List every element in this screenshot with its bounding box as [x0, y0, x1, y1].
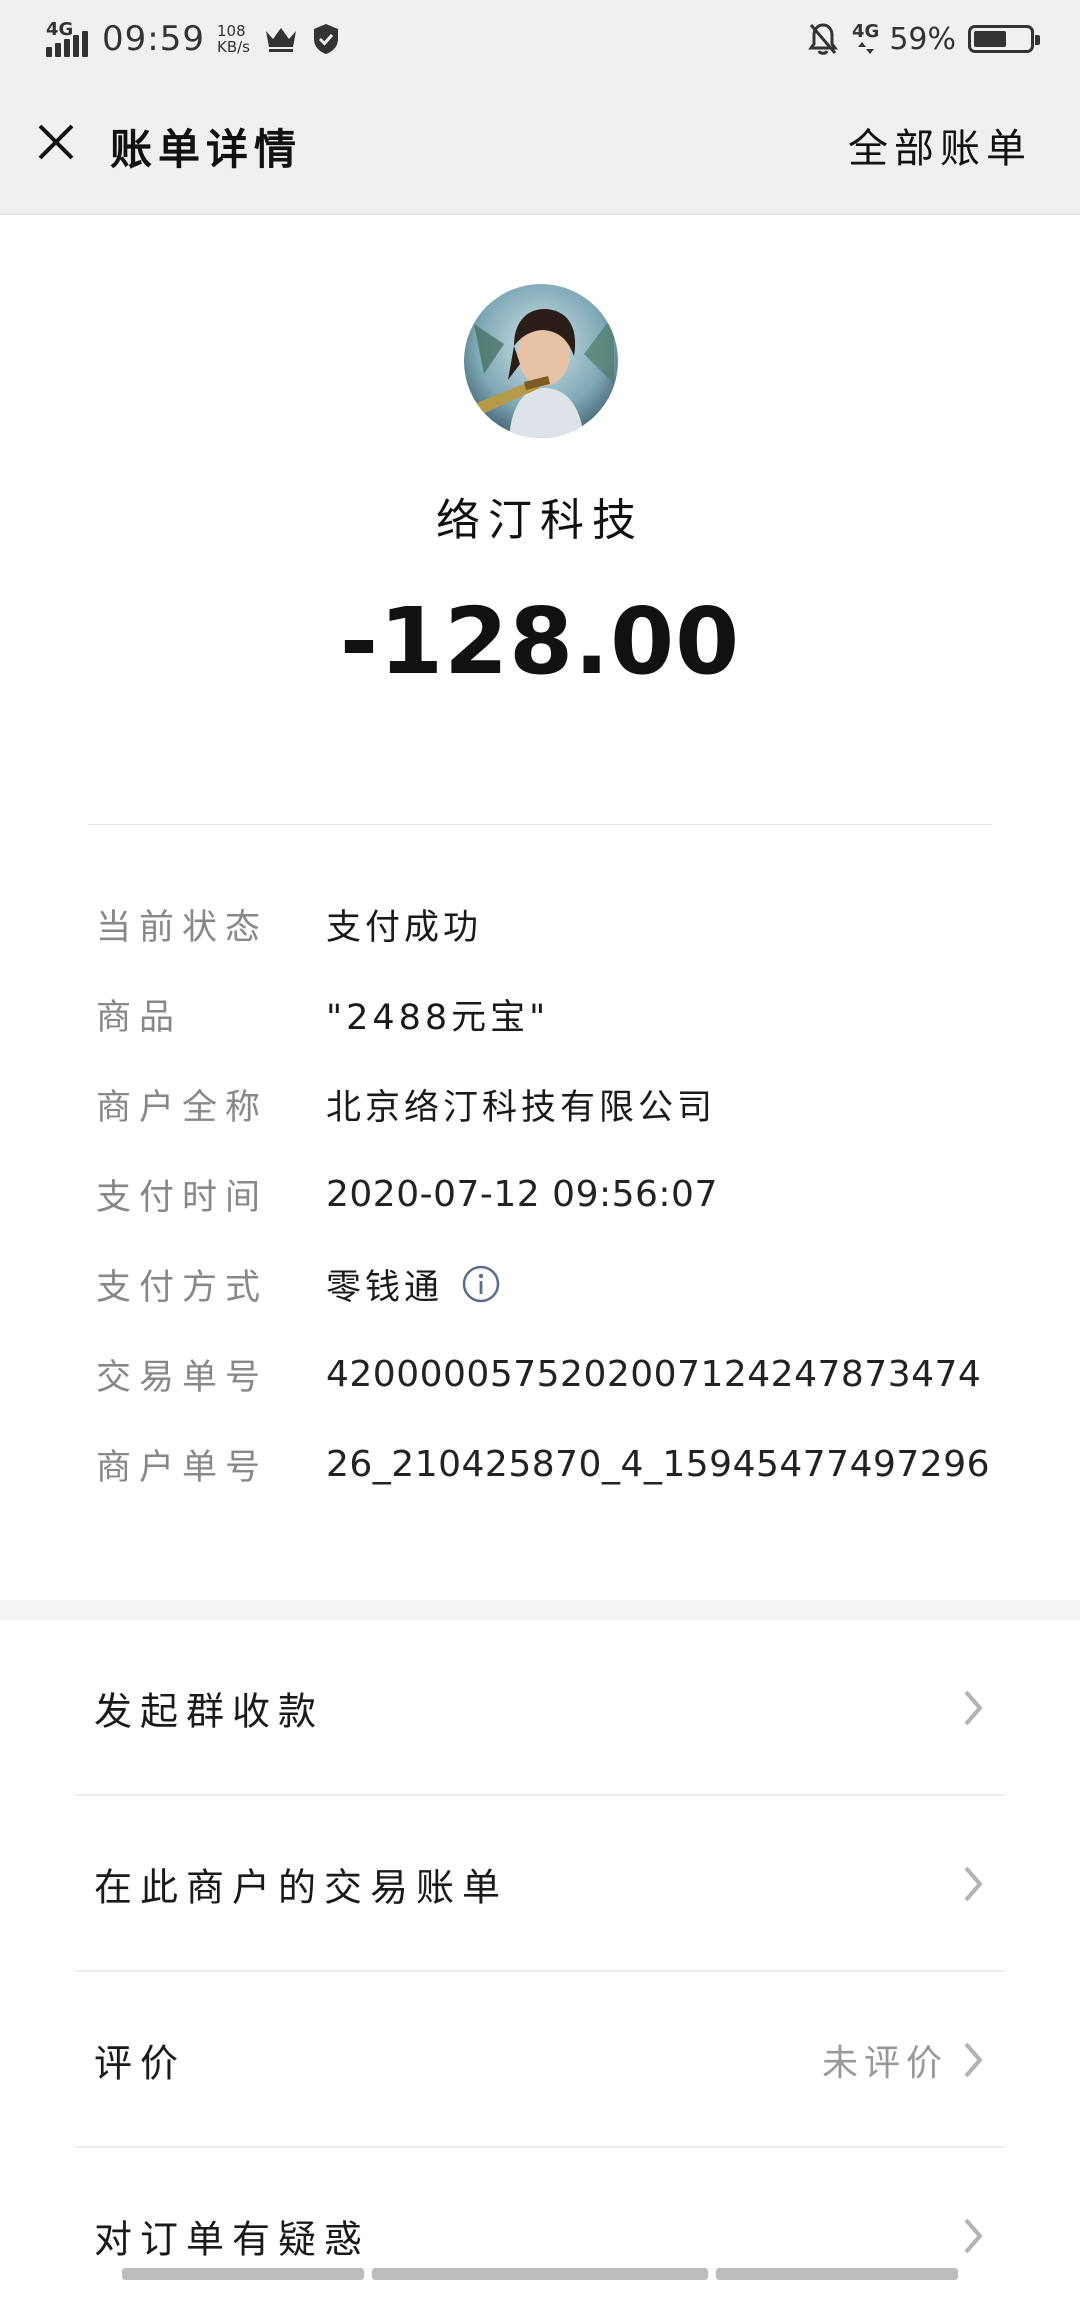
chevron-right-icon: [960, 2216, 990, 2256]
section-gap: [0, 1600, 1080, 1620]
gesture-handle-center[interactable]: [372, 2268, 708, 2280]
gesture-handle-right[interactable]: [716, 2268, 958, 2280]
detail-row-pay-method: 支付方式 零钱通: [96, 1254, 1016, 1314]
detail-row-merchant-fullname: 商户全称 北京络汀科技有限公司: [96, 1074, 1016, 1134]
detail-row-status: 当前状态 支付成功: [96, 894, 1016, 954]
shield-check-icon: [312, 23, 340, 55]
menu-item-label: 评价: [94, 2041, 187, 2086]
detail-row-merchant-order-id: 商户单号 26_210425870_4_15945477497296: [96, 1434, 1016, 1494]
menu-item-label: 对订单有疑惑: [94, 2217, 371, 2262]
pay-method-text: 零钱通: [326, 1267, 444, 1308]
menu-item-label: 在此商户的交易账单: [94, 1865, 509, 1910]
network-speed: 108 KB/s: [217, 23, 250, 55]
all-bills-link[interactable]: 全部账单: [848, 116, 1032, 174]
signal-icon: 4G: [46, 19, 92, 59]
menu-item-order-question[interactable]: 对订单有疑惑: [76, 2148, 1004, 2324]
network-type-label: 4G: [46, 19, 74, 40]
detail-row-pay-time: 支付时间 2020-07-12 09:56:07: [96, 1164, 1016, 1224]
detail-label: 商品: [96, 997, 183, 1038]
divider: [88, 824, 992, 825]
chevron-right-icon: [960, 2040, 990, 2080]
info-icon[interactable]: [461, 1264, 501, 1304]
merchant-avatar: [464, 284, 618, 438]
menu-item-group-collect[interactable]: 发起群收款: [76, 1620, 1004, 1796]
status-bar: 4G 09:59 108 KB/s 4G 59%: [0, 0, 1080, 78]
detail-value: 26_210425870_4_15945477497296: [326, 1443, 991, 1485]
detail-row-transaction-id: 交易单号 4200000575202007124247873474: [96, 1344, 1016, 1404]
notification-off-icon: [808, 22, 838, 56]
detail-label: 交易单号: [96, 1357, 269, 1398]
status-time: 09:59: [102, 19, 205, 59]
detail-value: 北京络汀科技有限公司: [326, 1087, 717, 1128]
menu-item-review[interactable]: 评价 未评价: [76, 1972, 1004, 2148]
network-type-label-right: 4G: [852, 21, 880, 42]
speed-value: 108: [216, 22, 246, 40]
speed-unit: KB/s: [216, 38, 250, 56]
bill-amount: -128.00: [339, 588, 741, 695]
close-icon: [38, 124, 74, 160]
battery-percent: 59%: [889, 21, 956, 57]
page-title: 账单详情: [110, 125, 303, 174]
detail-label: 支付方式: [96, 1267, 269, 1308]
mobile-data-icon: 4G: [852, 23, 879, 55]
detail-value: 支付成功: [326, 907, 483, 948]
close-button[interactable]: [28, 114, 84, 170]
chevron-right-icon: [960, 1864, 990, 1904]
crown-icon: [264, 25, 298, 53]
detail-value: 4200000575202007124247873474: [326, 1353, 982, 1395]
detail-value: "2488元宝": [326, 997, 550, 1038]
detail-value: 零钱通: [326, 1259, 501, 1310]
detail-label: 支付时间: [96, 1177, 269, 1218]
menu-item-merchant-bills[interactable]: 在此商户的交易账单: [76, 1796, 1004, 1972]
detail-row-product: 商品 "2488元宝": [96, 984, 1016, 1044]
detail-label: 当前状态: [96, 907, 269, 948]
detail-label: 商户全称: [96, 1087, 269, 1128]
battery-icon: [968, 25, 1040, 53]
gesture-handle-left[interactable]: [122, 2268, 364, 2280]
title-bar: 账单详情 全部账单: [0, 78, 1080, 215]
merchant-name: 络汀科技: [436, 495, 644, 546]
review-status: 未评价: [821, 2043, 948, 2084]
detail-label: 商户单号: [96, 1447, 269, 1488]
detail-value: 2020-07-12 09:56:07: [326, 1173, 718, 1215]
menu-item-label: 发起群收款: [94, 1689, 325, 1734]
chevron-right-icon: [960, 1688, 990, 1728]
